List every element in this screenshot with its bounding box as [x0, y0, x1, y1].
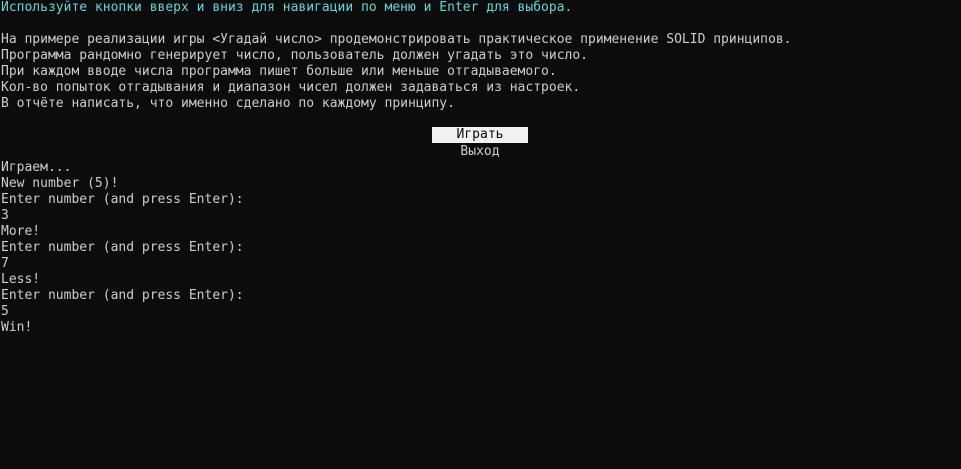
output-line: 5 [1, 304, 9, 319]
output-line: Less! [1, 272, 41, 287]
output-line: 7 [1, 256, 9, 271]
output-line: New number (5)! [1, 176, 119, 191]
description-line: Программа рандомно генерирует число, пол… [1, 48, 588, 63]
output-line: Enter number (and press Enter): [1, 288, 244, 303]
menu-item-play[interactable]: Играть [432, 127, 528, 143]
description-line: На примере реализации игры <Угадай число… [1, 32, 792, 47]
output-line: Играем... [1, 160, 72, 175]
menu-item-exit[interactable]: Выход [432, 144, 528, 160]
output-line: Enter number (and press Enter): [1, 192, 244, 207]
description-line: Кол-во попыток отгадывания и диапазон чи… [1, 80, 581, 95]
navigation-hint: Используйте кнопки вверх и вниз для нави… [1, 0, 573, 15]
output-line: 3 [1, 208, 9, 223]
output-line: Enter number (and press Enter): [1, 240, 244, 255]
description-line: В отчёте написать, что именно сделано по… [1, 96, 455, 111]
description-line: При каждом вводе числа программа пишет б… [1, 64, 557, 79]
console-window: Используйте кнопки вверх и вниз для нави… [0, 0, 961, 469]
output-line: More! [1, 224, 41, 239]
output-line: Win! [1, 320, 33, 335]
